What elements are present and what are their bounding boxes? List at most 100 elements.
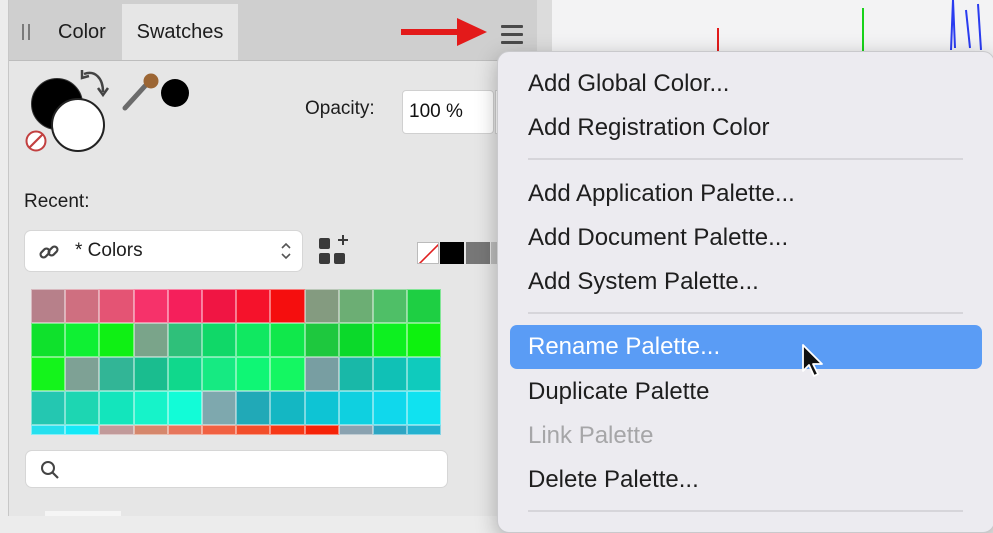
color-swatch[interactable] — [133, 391, 168, 425]
color-swatch[interactable] — [373, 391, 408, 425]
stroke-color-well[interactable] — [51, 98, 105, 152]
palette-dropdown[interactable]: * Colors — [25, 231, 302, 271]
color-swatch[interactable] — [31, 289, 66, 323]
drag-grip-icon[interactable] — [22, 24, 32, 40]
menu-item-delete-palette[interactable]: Delete Palette... — [510, 458, 982, 502]
color-swatch[interactable] — [167, 289, 202, 323]
opacity-field[interactable]: 100 % — [402, 90, 494, 134]
color-swatch[interactable] — [304, 357, 339, 391]
color-swatch[interactable] — [99, 323, 134, 357]
color-swatch[interactable] — [133, 357, 168, 391]
color-swatch[interactable] — [31, 425, 66, 435]
color-swatch[interactable] — [99, 289, 134, 323]
color-swatch[interactable] — [167, 357, 202, 391]
menu-item-add-global-color[interactable]: Add Global Color... — [510, 62, 982, 106]
color-swatch[interactable] — [202, 425, 237, 435]
tab-color[interactable]: Color — [46, 4, 118, 60]
color-swatch[interactable] — [373, 357, 408, 391]
color-swatch[interactable] — [270, 289, 305, 323]
color-swatch[interactable] — [65, 357, 100, 391]
add-swatch-grid-icon[interactable] — [319, 235, 349, 267]
color-swatch[interactable] — [270, 425, 305, 435]
mouse-pointer-icon — [802, 344, 823, 377]
color-swatch[interactable] — [407, 289, 442, 323]
opacity-label: Opacity: — [305, 98, 375, 119]
color-swatch[interactable] — [338, 425, 373, 435]
color-swatch[interactable] — [99, 357, 134, 391]
menu-item-link-palette: Link Palette — [528, 422, 654, 449]
search-field[interactable] — [26, 451, 447, 487]
color-swatch[interactable] — [373, 323, 408, 357]
panel-bottom-edge — [45, 511, 121, 516]
color-swatch[interactable] — [202, 323, 237, 357]
color-swatch[interactable] — [99, 391, 134, 425]
color-swatch[interactable] — [202, 391, 237, 425]
tab-swatches[interactable]: Swatches — [122, 4, 238, 60]
swatch-grid — [31, 289, 473, 435]
color-swatch[interactable] — [202, 357, 237, 391]
eyedropper-icon[interactable] — [121, 72, 161, 112]
mini-none-swatch[interactable] — [417, 242, 439, 264]
mini-gray-swatch[interactable] — [466, 242, 490, 264]
color-swatch[interactable] — [338, 323, 373, 357]
color-swatch[interactable] — [99, 425, 134, 435]
search-icon — [41, 461, 59, 479]
color-swatch[interactable] — [31, 323, 66, 357]
green-stroke — [862, 8, 864, 52]
menu-item-rename-palette[interactable]: Rename Palette... — [510, 325, 982, 369]
red-stroke — [717, 28, 719, 52]
panel-tab-bar: Color Swatches — [9, 0, 537, 61]
color-swatch[interactable] — [31, 357, 66, 391]
menu-separator — [528, 510, 963, 512]
menu-separator — [528, 158, 963, 160]
color-swatch[interactable] — [236, 425, 271, 435]
color-swatch[interactable] — [270, 323, 305, 357]
mini-black-swatch[interactable] — [440, 242, 464, 264]
color-swatch[interactable] — [373, 425, 408, 435]
color-swatch[interactable] — [65, 289, 100, 323]
menu-item-add-application-palette[interactable]: Add Application Palette... — [510, 172, 982, 216]
no-color-icon[interactable] — [25, 130, 47, 152]
color-swatch[interactable] — [407, 357, 442, 391]
swap-colors-icon[interactable] — [79, 68, 111, 102]
color-swatch[interactable] — [407, 425, 442, 435]
color-swatch[interactable] — [133, 425, 168, 435]
color-swatch[interactable] — [65, 323, 100, 357]
color-swatch[interactable] — [236, 289, 271, 323]
color-swatch[interactable] — [167, 425, 202, 435]
color-swatch[interactable] — [304, 425, 339, 435]
color-swatch[interactable] — [65, 391, 100, 425]
palette-context-menu: Add Global Color... Add Registration Col… — [497, 51, 993, 533]
color-swatch[interactable] — [270, 391, 305, 425]
color-swatch[interactable] — [236, 323, 271, 357]
color-swatch[interactable] — [304, 323, 339, 357]
color-swatch[interactable] — [304, 289, 339, 323]
menu-item-add-document-palette[interactable]: Add Document Palette... — [510, 216, 982, 260]
color-swatch[interactable] — [167, 391, 202, 425]
color-swatch[interactable] — [270, 357, 305, 391]
color-swatch[interactable] — [373, 289, 408, 323]
color-swatch[interactable] — [407, 323, 442, 357]
color-swatch[interactable] — [236, 391, 271, 425]
color-swatch[interactable] — [338, 289, 373, 323]
color-swatch[interactable] — [167, 323, 202, 357]
color-swatch[interactable] — [338, 391, 373, 425]
menu-item-add-system-palette[interactable]: Add System Palette... — [510, 260, 982, 304]
picked-color-swatch[interactable] — [161, 79, 189, 107]
color-swatch[interactable] — [31, 391, 66, 425]
color-swatch[interactable] — [202, 289, 237, 323]
color-swatch[interactable] — [133, 323, 168, 357]
link-icon — [39, 245, 59, 259]
color-swatch[interactable] — [133, 289, 168, 323]
color-swatch[interactable] — [65, 425, 100, 435]
color-swatch[interactable] — [304, 391, 339, 425]
color-swatch[interactable] — [338, 357, 373, 391]
panel-menu-button[interactable] — [493, 18, 527, 52]
menu-item-duplicate-palette[interactable]: Duplicate Palette — [510, 370, 982, 414]
blue-stroke — [950, 0, 982, 50]
palette-name: * Colors — [75, 240, 143, 261]
menu-item-add-registration-color[interactable]: Add Registration Color — [510, 106, 982, 150]
color-swatch[interactable] — [407, 391, 442, 425]
menu-separator — [528, 312, 963, 314]
color-swatch[interactable] — [236, 357, 271, 391]
